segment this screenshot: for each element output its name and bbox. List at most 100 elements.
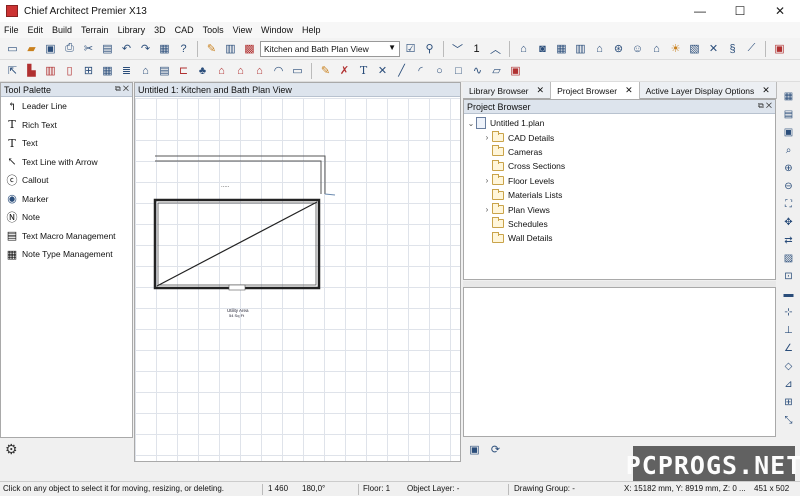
- plan-view-select[interactable]: Kitchen and Bath Plan View ▼: [260, 40, 400, 57]
- tool-text-macro[interactable]: ▤ Text Macro Management: [1, 227, 132, 246]
- save-icon[interactable]: ▣: [42, 40, 59, 57]
- maximize-button[interactable]: ☐: [720, 0, 760, 22]
- tool-note[interactable]: Ⓝ Note: [1, 208, 132, 227]
- redo-icon[interactable]: ↷: [137, 40, 154, 57]
- tree-node[interactable]: › Plan Views: [464, 202, 775, 216]
- wrench-icon[interactable]: ⚲: [421, 40, 438, 57]
- gear-icon[interactable]: ⚙: [5, 441, 18, 458]
- tree-node[interactable]: Materials Lists: [464, 188, 775, 202]
- layer-set-icon[interactable]: ▤: [780, 106, 798, 123]
- window-icon[interactable]: ▣: [771, 40, 788, 57]
- tab-library-browser[interactable]: Library Browser ✕: [463, 82, 552, 99]
- text-tool-icon[interactable]: T: [355, 62, 372, 79]
- circle-icon[interactable]: ○: [431, 62, 448, 79]
- railing-icon[interactable]: ▥: [42, 62, 59, 79]
- chevron-right-icon[interactable]: ›: [482, 176, 492, 185]
- house-wizard-icon[interactable]: ⌂: [232, 62, 249, 79]
- arc-icon[interactable]: ◜: [412, 62, 429, 79]
- delete-cad-icon[interactable]: ✕: [374, 62, 391, 79]
- preview-icon[interactable]: ▣: [466, 441, 483, 458]
- grid-snap-icon[interactable]: ⊥: [780, 322, 798, 339]
- view-icon[interactable]: ▥: [222, 40, 239, 57]
- tree-root[interactable]: ⌄ Untitled 1.plan: [464, 116, 775, 130]
- terrain-icon[interactable]: ◠: [270, 62, 287, 79]
- cabinet-icon[interactable]: ▦: [99, 62, 116, 79]
- tree-node[interactable]: Cameras: [464, 145, 775, 159]
- render-icon[interactable]: ▧: [686, 40, 703, 57]
- slab-icon[interactable]: ▭: [289, 62, 306, 79]
- zoom-area-icon[interactable]: ⊡: [780, 268, 798, 285]
- reference-icon[interactable]: ⊿: [780, 376, 798, 393]
- tree-node[interactable]: Cross Sections: [464, 159, 775, 173]
- pan-icon[interactable]: ✥: [780, 214, 798, 231]
- help-icon[interactable]: ?: [175, 40, 192, 57]
- preferences-icon[interactable]: ▦: [156, 40, 173, 57]
- pin-close-icon[interactable]: ⧉ ✕: [115, 84, 129, 94]
- select-icon[interactable]: ⇱: [4, 62, 21, 79]
- close-icon[interactable]: ✕: [537, 85, 545, 96]
- line-icon[interactable]: ╱: [393, 62, 410, 79]
- tree-node[interactable]: Schedules: [464, 217, 775, 231]
- minimize-button[interactable]: —: [680, 0, 720, 22]
- close-button[interactable]: ✕: [760, 0, 800, 22]
- menu-edit[interactable]: Edit: [28, 25, 44, 35]
- zoom-icon[interactable]: ⌕: [780, 142, 798, 159]
- tree-node[interactable]: › Floor Levels: [464, 174, 775, 188]
- extents-icon[interactable]: ▨: [780, 250, 798, 267]
- menu-cad[interactable]: CAD: [175, 25, 194, 35]
- menu-build[interactable]: Build: [52, 25, 72, 35]
- ruler-icon[interactable]: ⟋: [743, 40, 760, 57]
- zoom-out-icon[interactable]: ⊖: [780, 178, 798, 195]
- chevron-down-icon[interactable]: ⌄: [466, 119, 476, 128]
- angle-snap-icon[interactable]: ∠: [780, 340, 798, 357]
- furniture-icon[interactable]: ⌂: [213, 62, 230, 79]
- wall-icon[interactable]: ▙: [23, 62, 40, 79]
- walkthrough-icon[interactable]: ⊛: [610, 40, 627, 57]
- material-icon[interactable]: §: [724, 40, 741, 57]
- sun-icon[interactable]: ☀: [667, 40, 684, 57]
- pin-close-icon[interactable]: ⧉ ✕: [758, 101, 772, 111]
- polyline-icon[interactable]: ▱: [488, 62, 505, 79]
- menu-help[interactable]: Help: [302, 25, 321, 35]
- tool-rich-text[interactable]: T Rich Text: [1, 116, 132, 135]
- chevron-right-icon[interactable]: ›: [482, 133, 492, 142]
- cad-line-icon[interactable]: ✗: [336, 62, 353, 79]
- close-icon[interactable]: ✕: [762, 85, 770, 96]
- floor-down-icon[interactable]: ﹀: [449, 40, 466, 57]
- floor-up-icon[interactable]: ︿: [487, 40, 504, 57]
- menu-tools[interactable]: Tools: [203, 25, 224, 35]
- new-file-icon[interactable]: ▭: [4, 40, 21, 57]
- fill-window-icon[interactable]: ⛶: [780, 196, 798, 213]
- house-view-icon[interactable]: ⌂: [648, 40, 665, 57]
- open-folder-icon[interactable]: ▰: [23, 40, 40, 57]
- edit-icon[interactable]: ✎: [203, 40, 220, 57]
- close-icon[interactable]: ✕: [625, 85, 633, 96]
- tree-node[interactable]: Wall Details: [464, 231, 775, 245]
- pencil-icon[interactable]: ✎: [317, 62, 334, 79]
- elevation-icon[interactable]: ▥: [572, 40, 589, 57]
- menu-file[interactable]: File: [4, 25, 19, 35]
- tree-node[interactable]: › CAD Details: [464, 130, 775, 144]
- menu-3d[interactable]: 3D: [154, 25, 166, 35]
- tools-icon[interactable]: ✕: [705, 40, 722, 57]
- toggle-icon[interactable]: ▬: [780, 286, 798, 303]
- dollhouse-icon[interactable]: ⌂: [591, 40, 608, 57]
- paste-icon[interactable]: ▤: [99, 40, 116, 57]
- camera-icon[interactable]: ◙: [534, 40, 551, 57]
- room-icon[interactable]: ⌂: [251, 62, 268, 79]
- layer-check-icon[interactable]: ☑: [402, 40, 419, 57]
- tool-marker[interactable]: ◉ Marker: [1, 190, 132, 209]
- display-icon[interactable]: ▣: [780, 124, 798, 141]
- stairs-icon[interactable]: ≣: [118, 62, 135, 79]
- snap-icon[interactable]: ⊹: [780, 304, 798, 321]
- cut-icon[interactable]: ✂: [80, 40, 97, 57]
- rectangle-icon[interactable]: □: [450, 62, 467, 79]
- tool-text-line-arrow[interactable]: ↖ Text Line with Arrow: [1, 153, 132, 172]
- refresh-icon[interactable]: ⟳: [487, 441, 504, 458]
- menu-window[interactable]: Window: [261, 25, 293, 35]
- tool-leader-line[interactable]: ↰ Leader Line: [1, 97, 132, 116]
- person-icon[interactable]: ☺: [629, 40, 646, 57]
- tab-active-layer-display[interactable]: Active Layer Display Options ✕: [640, 82, 777, 99]
- window-tool-icon[interactable]: ⊞: [80, 62, 97, 79]
- tool-callout[interactable]: ⓒ Callout: [1, 171, 132, 190]
